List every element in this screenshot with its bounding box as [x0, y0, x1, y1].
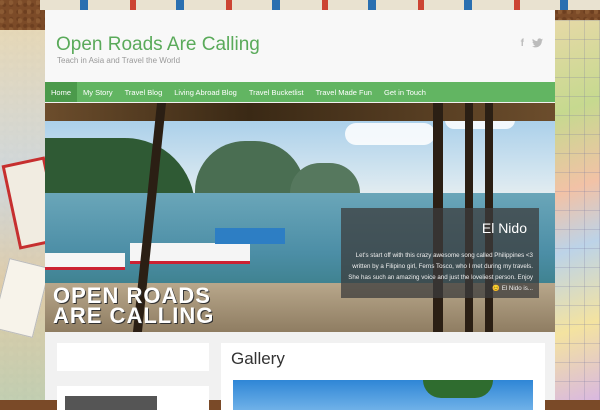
slider-overlay-line2: ARE CALLING — [53, 303, 215, 328]
sidebar-widget-bar — [65, 396, 157, 410]
nav-item-my-story[interactable]: My Story — [77, 82, 119, 102]
featured-slider[interactable]: OPEN ROADS ARE CALLING El Nido Let's sta… — [45, 103, 555, 332]
page-container: Open Roads Are Calling Teach in Asia and… — [45, 10, 555, 410]
slider-caption[interactable]: El Nido Let's start off with this crazy … — [341, 208, 539, 298]
twitter-icon[interactable] — [532, 38, 543, 51]
nav-item-get-in-touch[interactable]: Get in Touch — [378, 82, 432, 102]
slider-image-boat-cabin — [215, 228, 285, 244]
slider-image-cloud — [345, 123, 435, 145]
site-tagline: Teach in Asia and Travel the World — [57, 56, 181, 65]
sidebar-widget — [57, 343, 209, 371]
nav-item-living-abroad-blog[interactable]: Living Abroad Blog — [168, 82, 243, 102]
slider-caption-title[interactable]: El Nido — [482, 220, 527, 236]
decorative-strip — [40, 0, 600, 10]
slider-caption-excerpt: Let's start off with this crazy awesome … — [348, 252, 533, 292]
nav-item-travel-blog[interactable]: Travel Blog — [119, 82, 169, 102]
facebook-icon[interactable]: f — [521, 38, 524, 51]
slider-overlay-text: OPEN ROADS ARE CALLING — [53, 285, 215, 328]
main-navigation: Home My Story Travel Blog Living Abroad … — [45, 82, 555, 102]
slider-image-boat — [45, 253, 125, 270]
nav-item-travel-made-fun[interactable]: Travel Made Fun — [310, 82, 378, 102]
section-title: Gallery — [231, 349, 285, 368]
gallery-image[interactable] — [233, 380, 533, 410]
nav-item-travel-bucketlist[interactable]: Travel Bucketlist — [243, 82, 310, 102]
sidebar-widget — [57, 386, 209, 410]
site-title[interactable]: Open Roads Are Calling — [56, 34, 260, 56]
site-header: Open Roads Are Calling Teach in Asia and… — [45, 10, 555, 82]
slider-image-roof — [45, 103, 555, 121]
nav-item-home[interactable]: Home — [45, 82, 78, 102]
social-links: f — [521, 38, 543, 51]
